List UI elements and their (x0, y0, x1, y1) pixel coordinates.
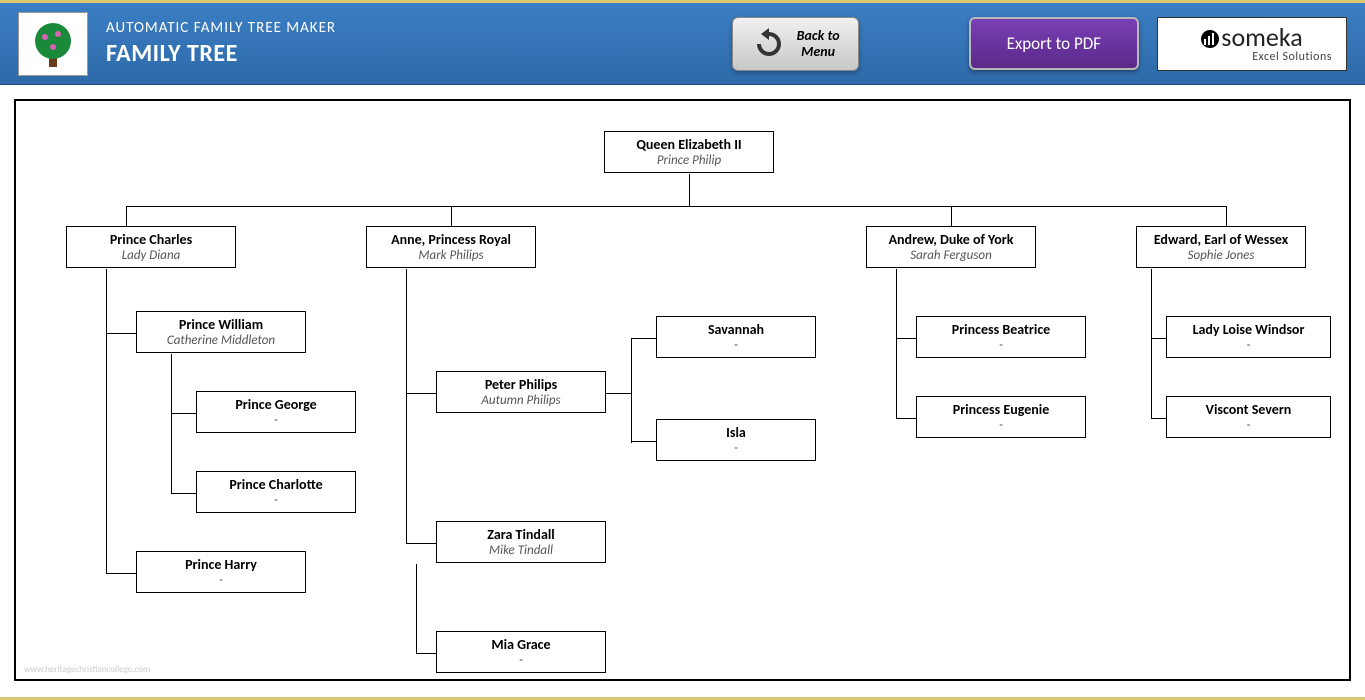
connector-line (896, 338, 916, 339)
connector-line (406, 269, 407, 544)
person-node-anne: Anne, Princess Royal Mark Philips (366, 226, 536, 268)
connector-line (451, 206, 452, 226)
person-node-severn: Viscont Severn - (1166, 396, 1331, 438)
header-title: FAMILY TREE (106, 39, 732, 68)
connector-line (1151, 269, 1152, 419)
person-node-peter: Peter Philips Autumn Philips (436, 371, 606, 413)
person-spouse: Prince Philip (611, 153, 767, 168)
connector-line (171, 354, 172, 494)
tree-icon (28, 19, 78, 69)
header-subtitle: AUTOMATIC FAMILY TREE MAKER (106, 19, 732, 37)
footer-watermark: www.heritagechristiancollege.com (24, 664, 150, 675)
person-node-charles: Prince Charles Lady Diana (66, 226, 236, 268)
person-node-eugenie: Princess Eugenie - (916, 396, 1086, 438)
back-button-label: Back to Menu (797, 28, 840, 59)
app-logo (18, 12, 88, 76)
connector-line (171, 493, 196, 494)
person-node-beatrice: Princess Beatrice - (916, 316, 1086, 358)
connector-line (606, 393, 631, 394)
connector-line (171, 413, 196, 414)
person-node-loise: Lady Loise Windsor - (1166, 316, 1331, 358)
connector-line (126, 206, 1226, 207)
person-node-mia: Mia Grace - (436, 631, 606, 673)
person-node-william: Prince William Catherine Middleton (136, 311, 306, 353)
connector-line (896, 269, 897, 419)
connector-line (896, 418, 916, 419)
connector-line (631, 338, 632, 443)
connector-line (416, 564, 417, 654)
person-node-harry: Prince Harry - (136, 551, 306, 593)
connector-line (406, 393, 436, 394)
person-node-george: Prince George - (196, 391, 356, 433)
connector-line (631, 441, 656, 442)
person-name: Queen Elizabeth II (611, 136, 767, 153)
connector-line (106, 333, 136, 334)
export-pdf-button[interactable]: Export to PDF (969, 17, 1139, 70)
connector-line (416, 653, 436, 654)
person-node-savannah: Savannah - (656, 316, 816, 358)
connector-line (106, 573, 136, 574)
brand-tagline: Excel Solutions (1172, 50, 1332, 64)
person-node-zara: Zara Tindall Mike Tindall (436, 521, 606, 563)
tree-canvas: Queen Elizabeth II Prince Philip Prince … (14, 99, 1351, 681)
person-node-isla: Isla - (656, 419, 816, 461)
person-node-root: Queen Elizabeth II Prince Philip (604, 131, 774, 173)
connector-line (1151, 418, 1166, 419)
brand-logo: someka Excel Solutions (1157, 17, 1347, 71)
connector-line (126, 206, 127, 226)
back-to-menu-button[interactable]: Back to Menu (732, 17, 859, 71)
back-arrow-icon (751, 26, 787, 62)
connector-line (106, 269, 107, 574)
connector-line (689, 174, 690, 206)
person-node-edward: Edward, Earl of Wessex Sophie Jones (1136, 226, 1306, 268)
person-node-charlotte: Prince Charlotte - (196, 471, 356, 513)
connector-line (1226, 206, 1227, 226)
connector-line (1151, 338, 1166, 339)
connector-line (631, 338, 656, 339)
connector-line (951, 206, 952, 226)
brand-name: someka (1221, 21, 1302, 53)
app-header: AUTOMATIC FAMILY TREE MAKER FAMILY TREE … (0, 3, 1365, 85)
person-node-andrew: Andrew, Duke of York Sarah Ferguson (866, 226, 1036, 268)
